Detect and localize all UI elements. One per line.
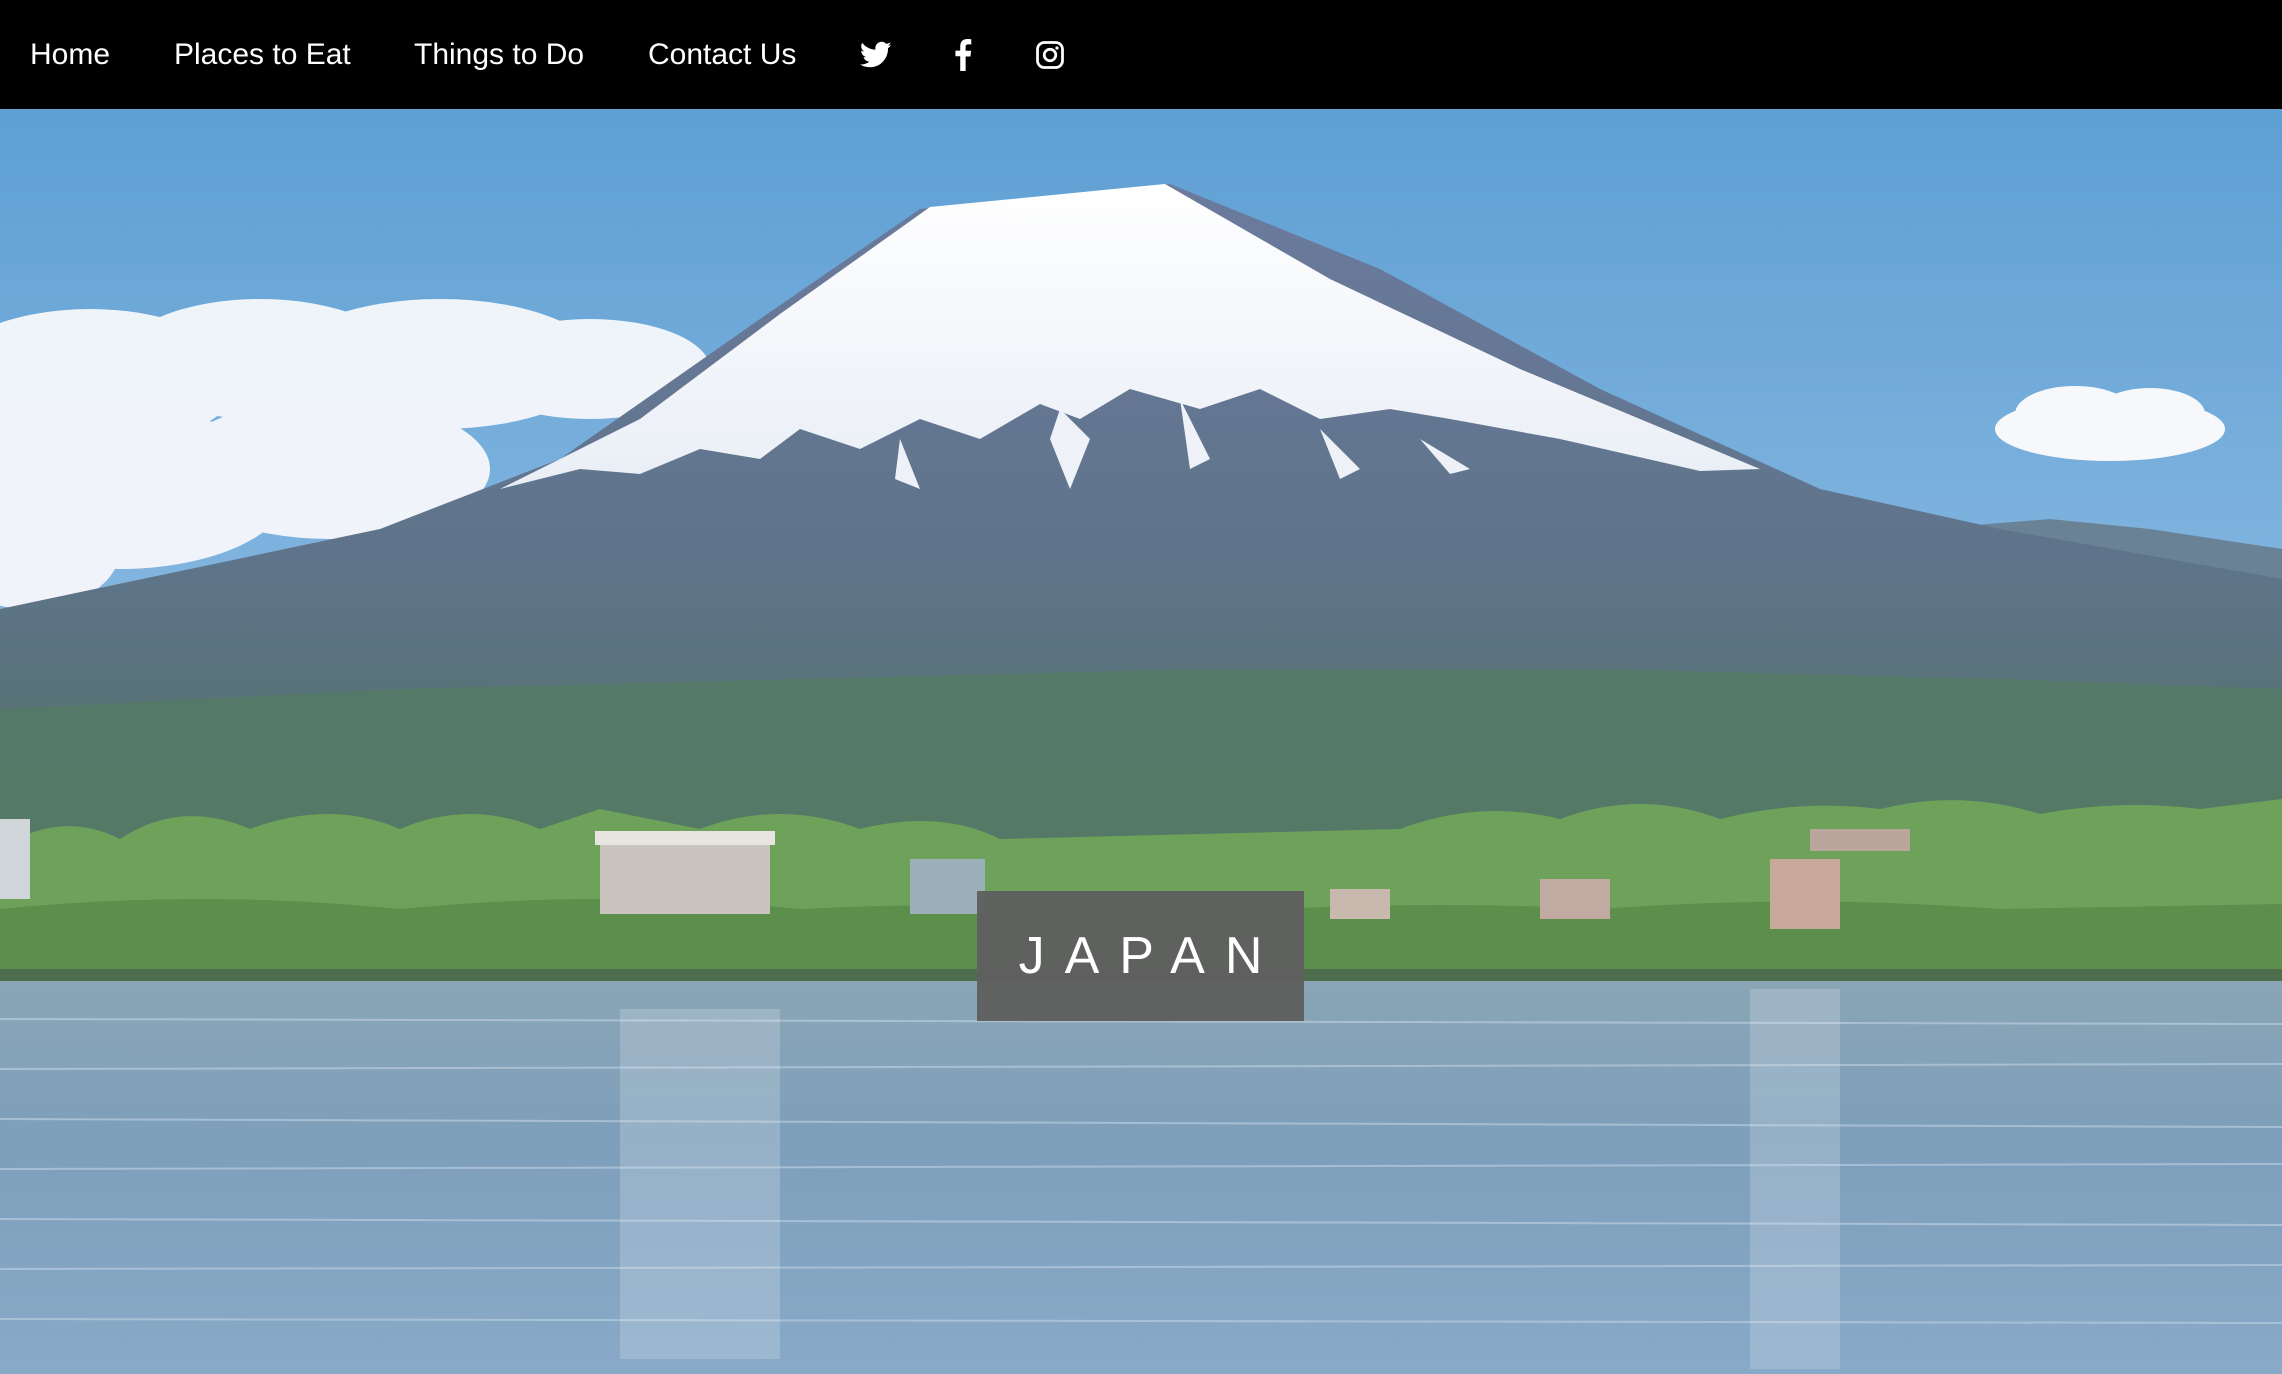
twitter-icon[interactable] — [858, 37, 894, 73]
nav-contact-us-link[interactable]: Contact Us — [648, 37, 796, 73]
facebook-icon[interactable] — [945, 37, 981, 73]
nav-places-to-eat-link[interactable]: Places to Eat — [174, 37, 351, 73]
instagram-icon[interactable] — [1032, 37, 1068, 73]
nav-home-link[interactable]: Home — [30, 37, 110, 73]
hero-title-box: JAPAN — [977, 891, 1304, 1021]
mount-fuji-background-image — [0, 109, 2282, 1374]
hero-banner: JAPAN — [0, 109, 2282, 1374]
hero-title: JAPAN — [1018, 927, 1283, 985]
top-navbar: Home Places to Eat Things to Do Contact … — [0, 0, 2282, 109]
nav-things-to-do-link[interactable]: Things to Do — [414, 37, 584, 73]
